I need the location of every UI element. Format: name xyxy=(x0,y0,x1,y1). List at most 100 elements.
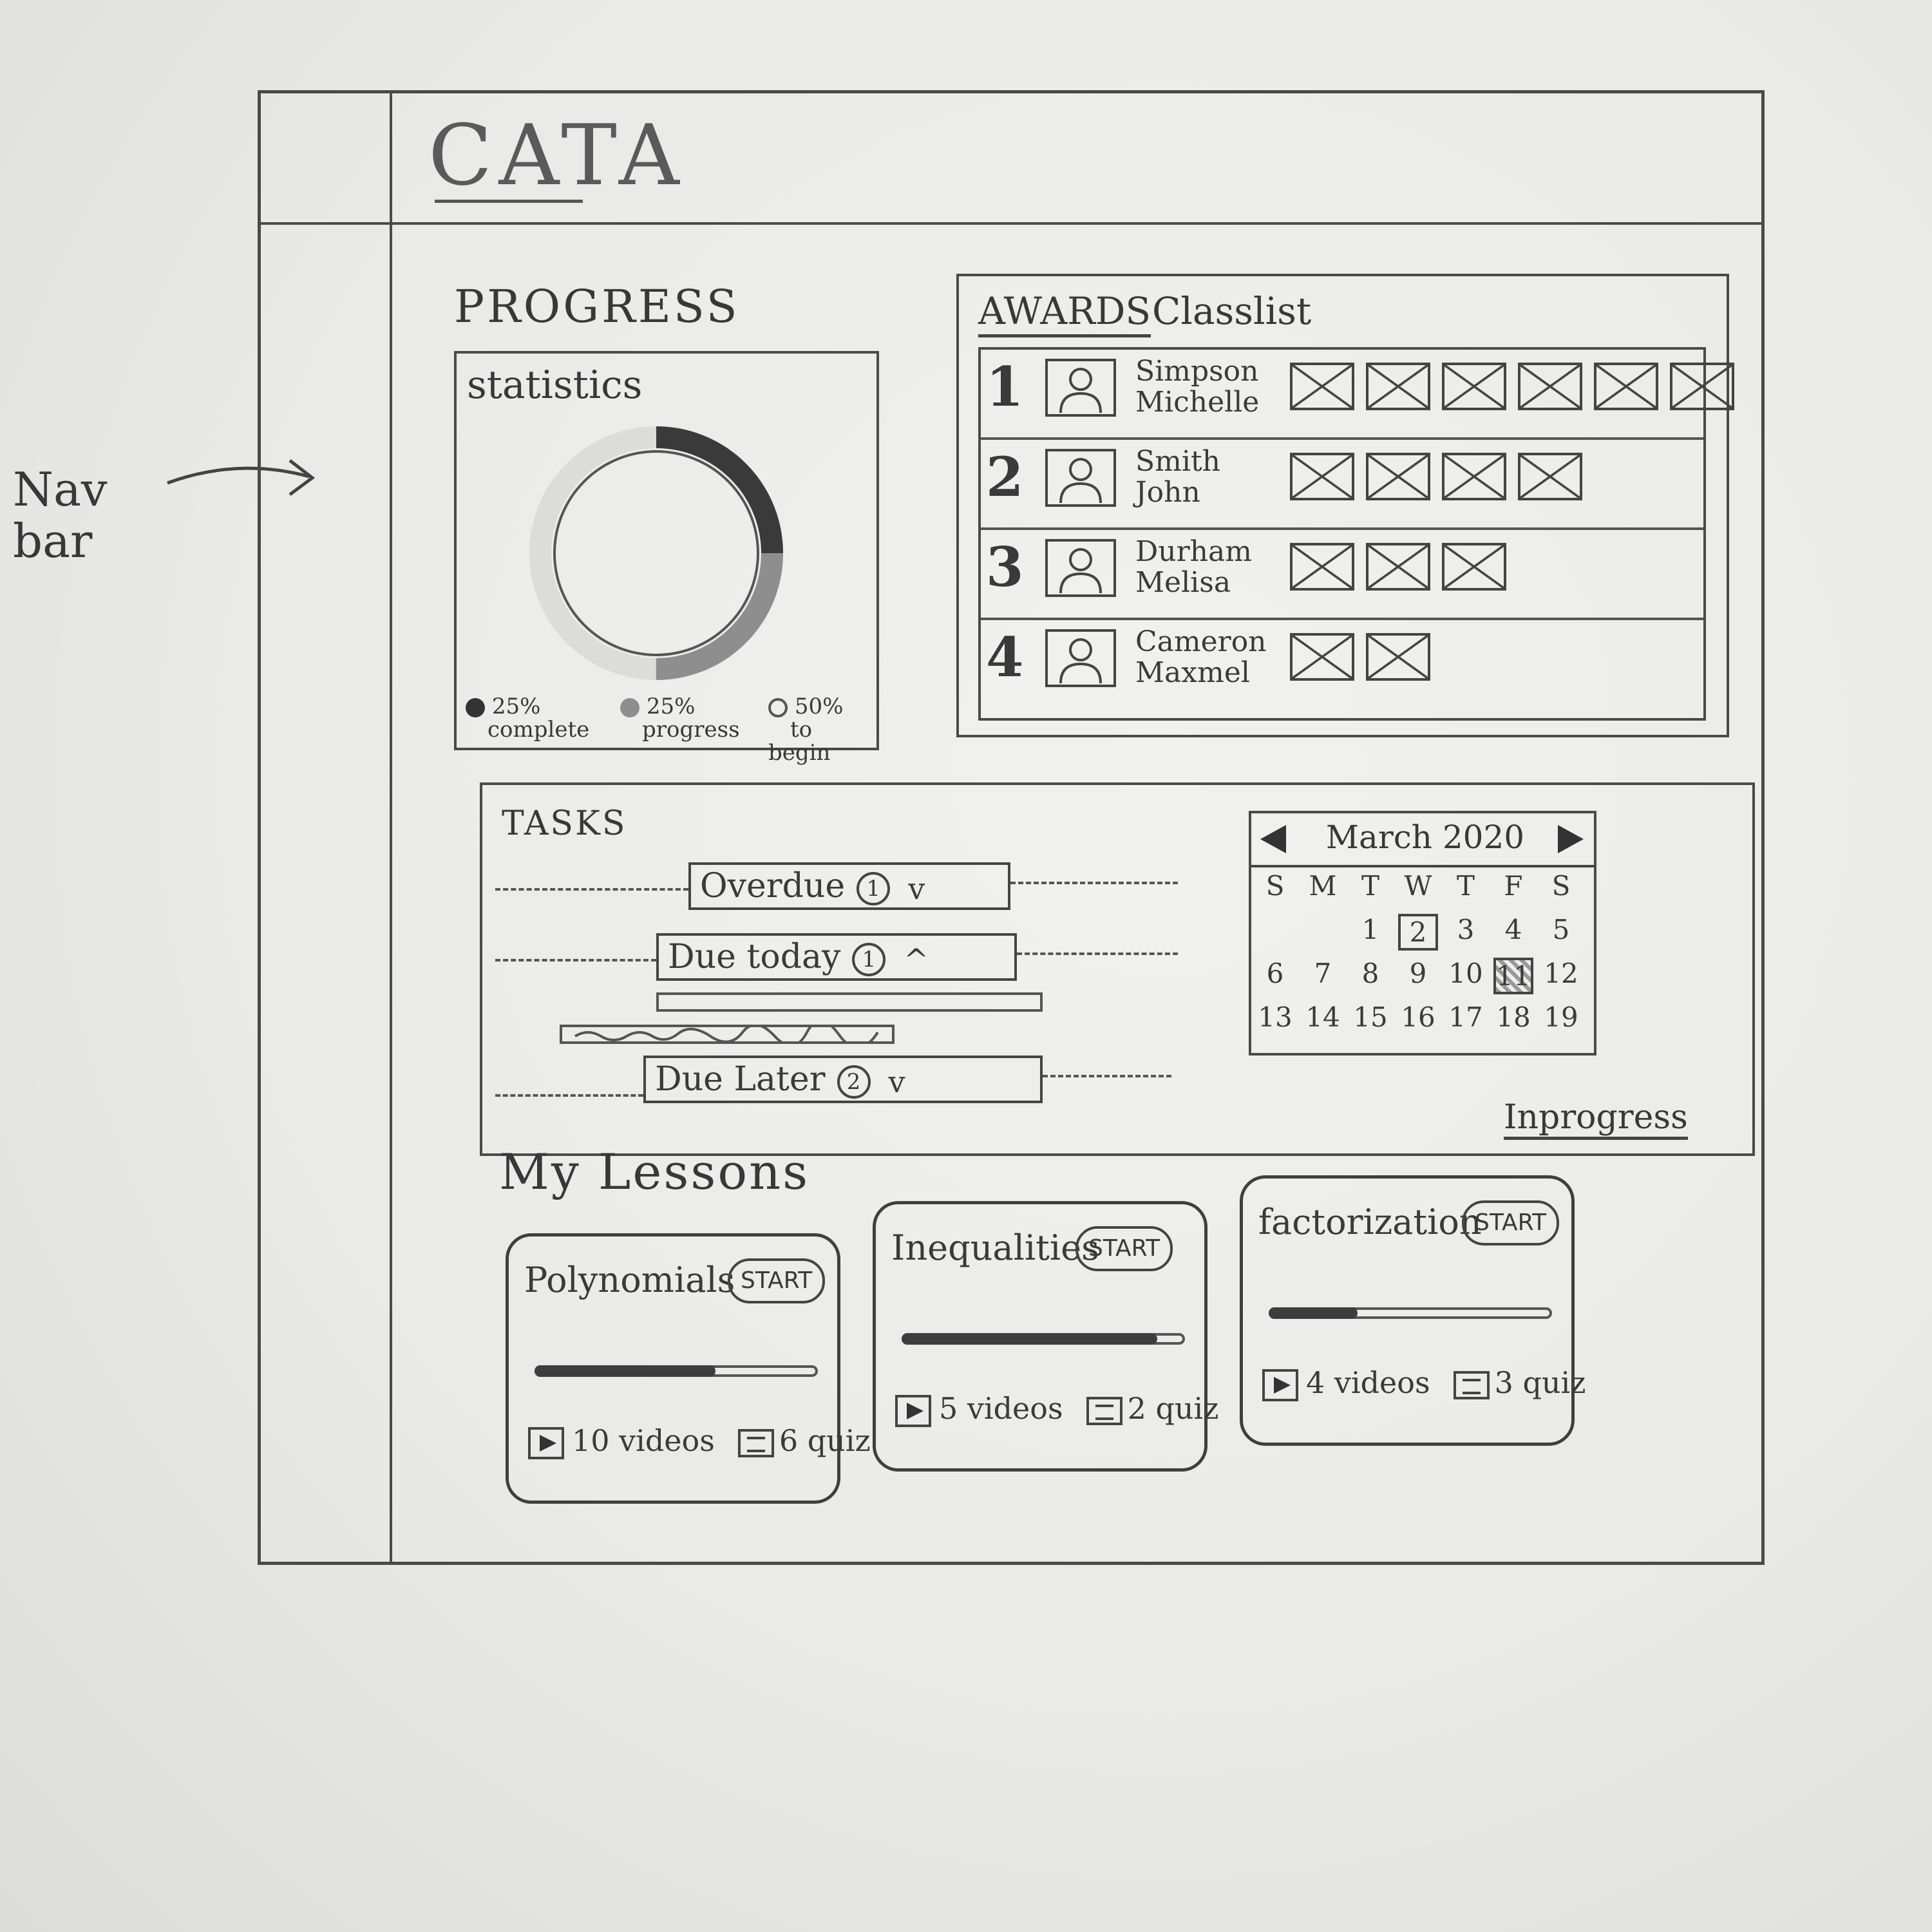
calendar-day[interactable]: 4 xyxy=(1493,914,1533,945)
donut-inner-ring xyxy=(553,450,759,656)
lesson-progress-fill xyxy=(902,1333,1158,1345)
calendar-day[interactable]: 5 xyxy=(1541,914,1581,945)
lesson-meta: 4 videos 3 quiz xyxy=(1262,1365,1586,1401)
calendar-day[interactable]: 2 xyxy=(1398,914,1438,951)
award-badge-icon[interactable] xyxy=(1442,543,1506,591)
legend-to-begin: 50% to begin xyxy=(768,695,878,764)
lesson-progress-track xyxy=(902,1333,1185,1345)
award-badge-icon[interactable] xyxy=(1442,453,1506,500)
legend-progress: 25% progress xyxy=(620,695,740,741)
calendar-weekday: T xyxy=(1456,870,1475,902)
avatar xyxy=(1045,629,1116,687)
calendar-day[interactable]: 12 xyxy=(1541,958,1581,989)
award-badges xyxy=(1290,363,1746,413)
play-icon xyxy=(1262,1369,1298,1401)
lesson-card-factorization[interactable]: factorization START 4 videos 3 quiz xyxy=(1240,1175,1586,1446)
student-first-name: Michelle xyxy=(1135,386,1260,419)
award-badges xyxy=(1290,543,1518,593)
calendar-day[interactable]: 15 xyxy=(1350,1001,1390,1033)
award-badge-icon[interactable] xyxy=(1518,453,1582,500)
award-badge-icon[interactable] xyxy=(1290,633,1354,681)
calendar-weekday: F xyxy=(1504,870,1523,902)
calendar-grid: S M T W T F S 1 2 3 4 5 6 7 8 9 10 11 12 13 14 15 16 17 18 19 xyxy=(1251,869,1594,1049)
calendar-weekday: W xyxy=(1404,870,1432,902)
tab-classlist[interactable]: Classlist xyxy=(1152,289,1311,333)
award-row-1[interactable]: 1 Simpson Michelle xyxy=(981,350,1734,440)
lesson-title: Polynomials xyxy=(524,1260,735,1300)
user-icon xyxy=(1059,368,1102,413)
award-rank: 1 xyxy=(986,355,1024,419)
task-group-overdue[interactable]: Overdue 1 v xyxy=(688,862,1010,910)
award-badge-icon[interactable] xyxy=(1290,543,1354,591)
task-group-due-today[interactable]: Due today 1 ^ xyxy=(656,933,1017,981)
lesson-video-count: 5 videos xyxy=(939,1391,1063,1426)
calendar-day[interactable]: 7 xyxy=(1303,958,1343,989)
calendar: March 2020 S M T W T F S 1 2 3 4 5 6 7 8 9 10 11 12 13 14 15 1… xyxy=(1249,811,1596,1056)
award-badge-icon[interactable] xyxy=(1670,363,1734,410)
calendar-day[interactable]: 13 xyxy=(1255,1001,1295,1033)
chevron-down-icon[interactable]: v xyxy=(908,867,925,910)
award-row-4[interactable]: 4 Cameron Maxmel xyxy=(981,620,1703,718)
divider xyxy=(495,888,688,891)
task-group-due-later[interactable]: Due Later 2 v xyxy=(643,1056,1043,1103)
award-badge-icon[interactable] xyxy=(1366,453,1430,500)
calendar-next-icon[interactable] xyxy=(1558,825,1584,853)
award-badge-icon[interactable] xyxy=(1366,633,1430,681)
award-badge-icon[interactable] xyxy=(1442,363,1506,410)
calendar-day[interactable]: 8 xyxy=(1350,958,1390,989)
calendar-day[interactable]: 3 xyxy=(1446,914,1486,945)
legend-progress-value: 25% xyxy=(646,694,696,719)
legend-complete-label: complete xyxy=(488,717,590,743)
start-button[interactable]: START xyxy=(1075,1226,1173,1271)
calendar-day[interactable]: 18 xyxy=(1493,1001,1533,1033)
app-logo[interactable]: CATA xyxy=(428,106,686,204)
avatar xyxy=(1045,449,1116,507)
award-badge-icon[interactable] xyxy=(1518,363,1582,410)
user-icon xyxy=(1059,638,1102,684)
start-button[interactable]: START xyxy=(728,1258,826,1303)
task-item-placeholder[interactable] xyxy=(656,992,1043,1012)
lesson-card-inequalities[interactable]: Inequalities START 5 videos 2 quiz xyxy=(873,1201,1218,1472)
award-badge-icon[interactable] xyxy=(1366,543,1430,591)
app-header: CATA xyxy=(261,93,1761,225)
calendar-weekday: M xyxy=(1309,870,1337,902)
calendar-day[interactable]: 9 xyxy=(1398,958,1438,989)
award-row-2[interactable]: 2 Smith John xyxy=(981,440,1703,530)
task-item-placeholder[interactable] xyxy=(560,1019,895,1049)
chevron-up-icon[interactable]: ^ xyxy=(904,938,929,981)
legend-progress-dot xyxy=(620,698,639,717)
awards-card: AWARDS Classlist 1 Simpson Michelle 2 Smi… xyxy=(956,274,1734,737)
award-badge-icon[interactable] xyxy=(1594,363,1658,410)
in-progress-link[interactable]: Inprogress xyxy=(1504,1098,1688,1140)
award-badge-icon[interactable] xyxy=(1290,453,1354,500)
tasks-title: TASKS xyxy=(502,804,627,843)
calendar-day[interactable]: 17 xyxy=(1446,1001,1486,1033)
avatar xyxy=(1045,359,1116,417)
calendar-day[interactable]: 1 xyxy=(1350,914,1390,945)
task-count-badge: 2 xyxy=(837,1065,871,1099)
start-button[interactable]: START xyxy=(1462,1200,1560,1245)
calendar-day[interactable]: 14 xyxy=(1303,1001,1343,1033)
calendar-day[interactable]: 11 xyxy=(1493,958,1533,994)
calendar-day[interactable]: 6 xyxy=(1255,958,1295,989)
lesson-title: Inequalities xyxy=(891,1227,1099,1268)
award-row-3[interactable]: 3 Durham Melisa xyxy=(981,530,1703,620)
calendar-day[interactable]: 19 xyxy=(1541,1001,1581,1033)
legend-complete-dot xyxy=(466,698,485,717)
lessons-section-title: My Lessons xyxy=(499,1143,810,1200)
app-window: CATA PROGRESS statistics 25% complete 25… xyxy=(258,90,1765,1565)
award-badge-icon[interactable] xyxy=(1366,363,1430,410)
chevron-down-icon[interactable]: v xyxy=(889,1061,905,1103)
calendar-prev-icon[interactable] xyxy=(1260,825,1286,853)
user-icon xyxy=(1059,548,1102,594)
student-surname: Cameron xyxy=(1135,625,1267,658)
tab-awards[interactable]: AWARDS xyxy=(978,289,1151,337)
lesson-meta: 5 videos 2 quiz xyxy=(895,1391,1218,1427)
nav-sidebar[interactable] xyxy=(261,93,392,1562)
calendar-day[interactable]: 16 xyxy=(1398,1001,1438,1033)
award-badge-icon[interactable] xyxy=(1290,363,1354,410)
student-name: Durham Melisa xyxy=(1135,536,1252,598)
legend-complete-value: 25% xyxy=(491,694,541,719)
lesson-card-polynomials[interactable]: Polynomials START 10 videos 6 quiz xyxy=(506,1233,871,1504)
calendar-day[interactable]: 10 xyxy=(1446,958,1486,989)
